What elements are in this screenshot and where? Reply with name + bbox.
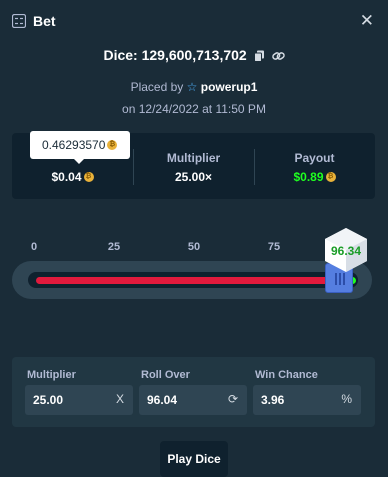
- close-icon[interactable]: ✕: [360, 11, 374, 31]
- win-chance-suffix: %: [341, 392, 352, 406]
- payout-column: Payout $0.89 ₿: [254, 133, 375, 199]
- payout-value: $0.89 ₿: [254, 170, 375, 184]
- placed-by: Placed by ☆ powerup1: [0, 80, 388, 94]
- bet-date: on 12/24/2022 at 11:50 PM: [122, 102, 266, 116]
- win-chance-value: 3.96: [261, 393, 285, 407]
- roll-over-label: Roll Over: [141, 369, 190, 381]
- roll-over-input[interactable]: 96.04 ⟳: [139, 385, 247, 415]
- modal-title: Bet: [33, 13, 56, 29]
- refresh-icon[interactable]: ⟳: [228, 392, 238, 406]
- coin-icon: ₿: [325, 171, 336, 182]
- amount-value: $0.04 ₿: [12, 170, 133, 184]
- payout-label: Payout: [294, 151, 335, 165]
- multiplier-suffix: X: [115, 392, 124, 406]
- multiplier-input[interactable]: 25.00 X: [25, 385, 133, 415]
- multiplier-field-label: Multiplier: [27, 369, 76, 381]
- link-icon[interactable]: [271, 50, 285, 62]
- slider-track: [12, 261, 372, 299]
- amount-tooltip: 0.46293570 ₿: [30, 131, 130, 164]
- tick-label: 75: [267, 241, 281, 253]
- multiplier-column: Multiplier 25.00×: [133, 133, 254, 199]
- multiplier-value: 25.00×: [174, 170, 213, 184]
- roll-over-value: 96.04: [147, 393, 178, 407]
- play-dice-button[interactable]: Play Dice: [160, 441, 228, 477]
- tick-label: 50: [187, 241, 201, 253]
- tick-label: 0: [30, 241, 38, 253]
- placed-by-label: Placed by: [130, 80, 184, 94]
- coin-icon: ₿: [107, 139, 118, 150]
- bet-id-title: Dice: 129,600,713,702: [0, 47, 388, 63]
- bet-controls: Multiplier 25.00 X Roll Over 96.04 ⟳ Win…: [12, 357, 375, 427]
- multiplier-label: Multiplier: [166, 151, 221, 165]
- lose-range-bar: [36, 277, 346, 284]
- bet-id-label: Dice: 129,600,713,702: [103, 47, 247, 63]
- multiplier-input-value: 25.00: [33, 393, 64, 407]
- coin-icon: ₿: [83, 171, 94, 182]
- tooltip-text: 0.46293570: [42, 138, 106, 152]
- modal-header: Bet ✕: [0, 0, 388, 42]
- win-chance-input[interactable]: 3.96 %: [253, 385, 361, 415]
- result-value: 96.34: [330, 244, 362, 258]
- copy-icon[interactable]: [253, 50, 265, 63]
- bet-list-icon: [12, 14, 26, 28]
- win-chance-label: Win Chance: [255, 369, 318, 381]
- star-user-icon: ☆: [186, 80, 198, 94]
- slider-rail: [28, 272, 358, 288]
- tick-label: 25: [107, 241, 121, 253]
- username-link[interactable]: powerup1: [201, 80, 258, 94]
